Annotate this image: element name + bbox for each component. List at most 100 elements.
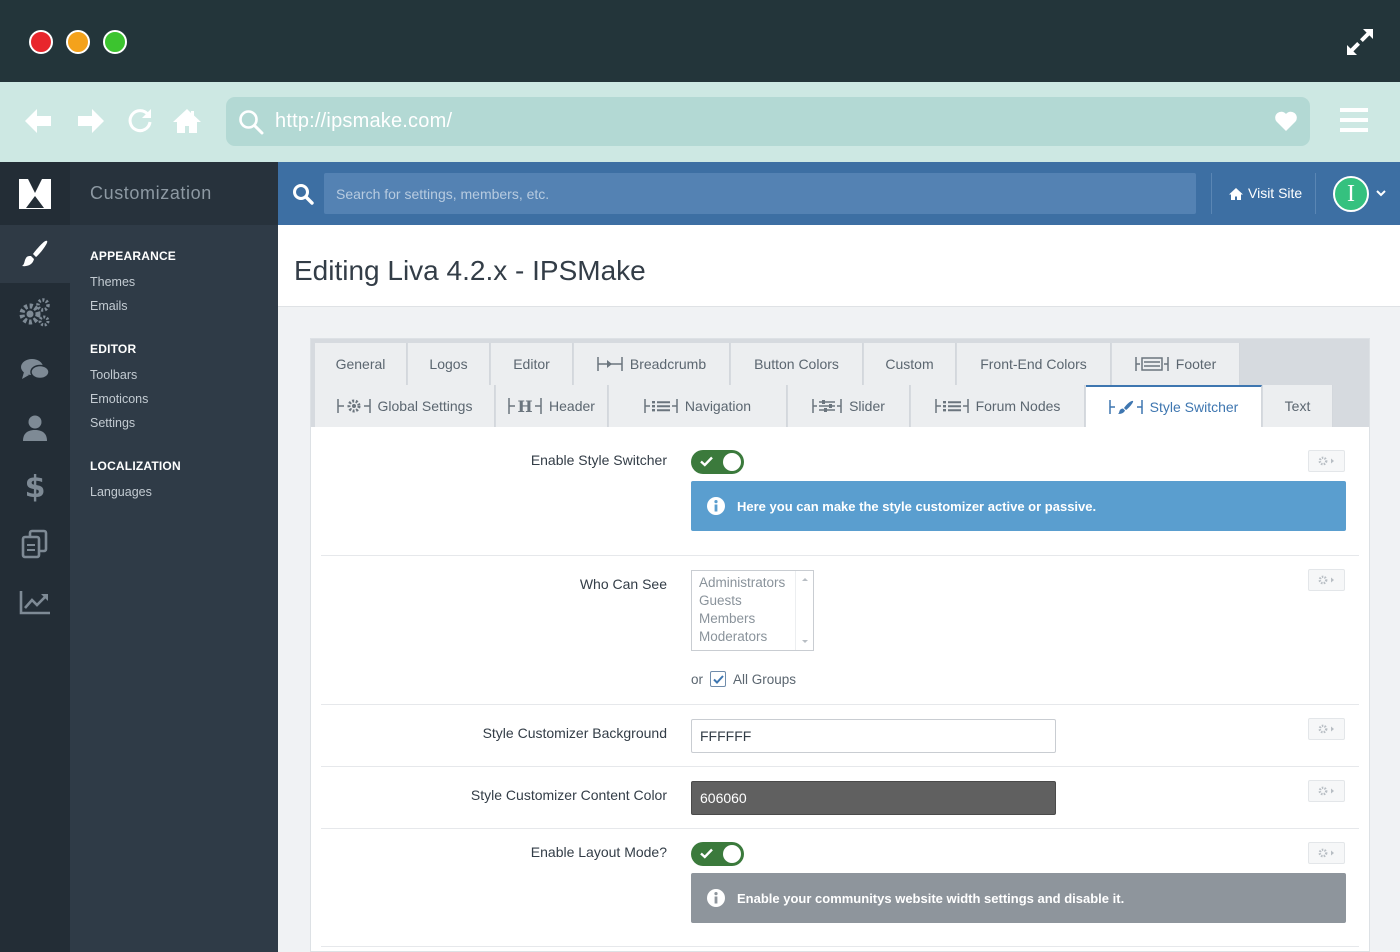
tab-header[interactable]: H Header <box>496 385 608 427</box>
icon-rail: $ <box>0 162 70 952</box>
hamburger-menu-icon[interactable] <box>1340 107 1368 133</box>
tab-forum-nodes[interactable]: Forum Nodes <box>911 385 1085 427</box>
all-groups-label[interactable]: All Groups <box>733 672 796 687</box>
page-header: Editing Liva 4.2.x - IPSMake <box>278 225 1400 307</box>
customizer-background-label: Style Customizer Background <box>482 725 667 741</box>
gear-icon <box>336 399 371 413</box>
stats-icon <box>19 591 50 615</box>
ipsmake-logo[interactable] <box>0 162 70 225</box>
list-icon <box>934 399 969 413</box>
close-window-button[interactable] <box>29 30 53 54</box>
tab-label: Header <box>549 398 595 414</box>
menu-link-emails[interactable]: Emails <box>90 299 128 313</box>
tab-editor[interactable]: Editor <box>491 343 573 385</box>
tab-slider[interactable]: Slider <box>788 385 910 427</box>
home-button[interactable] <box>170 104 204 138</box>
rail-customization[interactable] <box>0 225 70 283</box>
enable-style-switcher-label: Enable Style Switcher <box>530 452 667 468</box>
divider <box>1211 173 1212 214</box>
setting-options-button[interactable] <box>1308 450 1345 472</box>
option-members[interactable]: Members <box>699 611 755 626</box>
tab-footer[interactable]: Footer <box>1112 343 1240 385</box>
back-button[interactable] <box>21 104 55 138</box>
select-scrollbar[interactable] <box>795 571 813 650</box>
all-groups-checkbox[interactable] <box>710 671 727 687</box>
menu-link-themes[interactable]: Themes <box>90 275 135 289</box>
tab-navigation[interactable]: Navigation <box>609 385 787 427</box>
layout-mode-info: Enable your communitys website width set… <box>691 873 1346 923</box>
sliders-icon <box>812 399 842 413</box>
paintbrush-icon <box>1108 400 1143 414</box>
dollar-icon: $ <box>25 470 46 502</box>
minimize-window-button[interactable] <box>66 30 90 54</box>
gear-icon <box>1318 575 1334 585</box>
option-administrators[interactable]: Administrators <box>699 575 785 590</box>
rail-content[interactable] <box>0 515 70 573</box>
menu-link-toolbars[interactable]: Toolbars <box>90 368 137 382</box>
paintbrush-icon <box>22 240 48 267</box>
forward-button[interactable] <box>74 104 108 138</box>
customizer-content-color-input[interactable] <box>691 781 1056 815</box>
user-avatar[interactable]: I <box>1333 176 1369 212</box>
admin-search-input[interactable] <box>324 173 1196 214</box>
tab-text[interactable]: Text <box>1263 385 1333 427</box>
reload-icon <box>128 109 152 133</box>
customizer-background-input[interactable] <box>691 719 1056 753</box>
tab-logos[interactable]: Logos <box>408 343 490 385</box>
url-text: http://ipsmake.com/ <box>275 110 453 132</box>
style-switcher-info: Here you can make the style customizer a… <box>691 481 1346 531</box>
tab-general[interactable]: General <box>315 343 407 385</box>
rail-commerce[interactable]: $ <box>0 457 70 515</box>
tab-global-settings[interactable]: Global Settings <box>315 385 495 427</box>
reload-button[interactable] <box>123 104 157 138</box>
chevron-down-icon[interactable] <box>1375 187 1387 199</box>
menu-link-emoticons[interactable]: Emoticons <box>90 392 148 406</box>
tab-label: Logos <box>429 356 468 372</box>
rail-system[interactable] <box>0 283 70 341</box>
enable-style-switcher-toggle[interactable] <box>691 450 744 474</box>
gear-icon <box>1318 724 1334 734</box>
setting-options-button[interactable] <box>1308 718 1345 740</box>
visit-site-link[interactable]: Visit Site <box>1228 162 1302 225</box>
tab-label: Footer <box>1175 356 1217 372</box>
gear-icon <box>1318 456 1334 466</box>
tab-front-end-colors[interactable]: Front-End Colors <box>957 343 1111 385</box>
customization-menu: Customization APPEARANCE Themes Emails E… <box>70 162 278 952</box>
check-icon <box>700 456 713 467</box>
address-bar[interactable]: http://ipsmake.com/ <box>226 97 1310 146</box>
who-can-see-select[interactable]: Administrators Guests Members Moderators <box>691 570 814 651</box>
heart-icon[interactable] <box>1274 110 1298 132</box>
gear-icon <box>1318 848 1334 858</box>
check-icon <box>700 848 713 859</box>
setting-options-button[interactable] <box>1308 569 1345 591</box>
setting-options-button[interactable] <box>1308 842 1345 864</box>
row-divider <box>321 766 1359 767</box>
option-moderators[interactable]: Moderators <box>699 629 767 644</box>
or-text: or <box>691 671 704 687</box>
check-icon <box>712 674 724 684</box>
rail-members[interactable] <box>0 399 70 457</box>
rail-community[interactable] <box>0 341 70 399</box>
menu-link-languages[interactable]: Languages <box>90 485 152 499</box>
tab-button-colors[interactable]: Button Colors <box>731 343 863 385</box>
submenu-header: Customization <box>70 162 278 225</box>
option-guests[interactable]: Guests <box>699 593 742 608</box>
header-icon: H <box>508 397 542 415</box>
setting-options-button[interactable] <box>1308 780 1345 802</box>
breadcrumb-icon <box>597 357 623 371</box>
layout-mode-toggle[interactable] <box>691 842 744 866</box>
user-icon <box>23 415 47 441</box>
tab-style-switcher[interactable]: Style Switcher <box>1086 385 1262 427</box>
maximize-window-button[interactable] <box>103 30 127 54</box>
svg-text:$: $ <box>25 470 46 502</box>
search-icon <box>293 184 314 205</box>
menu-link-settings[interactable]: Settings <box>90 416 135 430</box>
theme-settings-panel: General Logos Editor Breadcrumb Button C… <box>310 338 1370 952</box>
expand-icon[interactable] <box>1344 26 1376 58</box>
arrow-right-icon <box>78 109 104 133</box>
who-can-see-label: Who Can See <box>579 576 667 592</box>
tab-breadcrumb[interactable]: Breadcrumb <box>574 343 730 385</box>
tab-custom[interactable]: Custom <box>864 343 956 385</box>
all-groups-row: or All Groups <box>691 671 796 687</box>
rail-statistics[interactable] <box>0 573 70 631</box>
